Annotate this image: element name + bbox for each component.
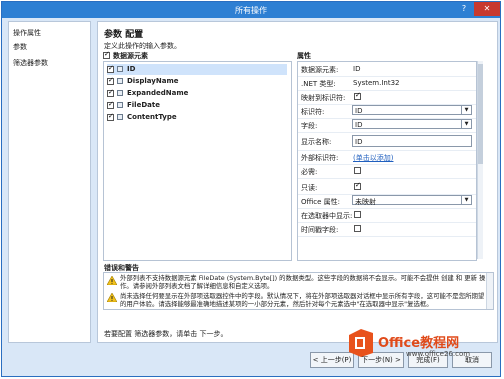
scrollbar-thumb[interactable]	[478, 64, 483, 164]
prop-value: ID	[353, 65, 361, 73]
required-checkbox[interactable]	[354, 167, 361, 174]
tree-item-checkbox[interactable]	[107, 64, 114, 73]
prop-label: 只读:	[301, 184, 318, 192]
tree-item-label: ContentType	[127, 113, 177, 121]
prop-label: 时间戳字段:	[301, 226, 339, 234]
tree-item-label: ExpandedName	[127, 89, 189, 97]
map-identifier-checkbox[interactable]	[354, 91, 361, 100]
tree-item-checkbox[interactable]	[107, 76, 114, 85]
warning-icon	[107, 293, 117, 302]
data-source-tree: ID DisplayName ExpandedName FileDate Con	[103, 61, 292, 261]
prop-label: 映射到标识符:	[301, 94, 346, 102]
combo-value: ID	[355, 121, 363, 129]
errors-panel: 外部列表不支持数据源元素 FileDate (System.Byte[]) 的数…	[103, 272, 494, 310]
close-button[interactable]: ✕	[474, 2, 500, 16]
title-bar: 所有操作 ? ✕	[2, 2, 500, 18]
field-icon	[117, 90, 123, 96]
nav-item-operation-properties[interactable]: 操作属性	[13, 28, 41, 38]
error-message: 尚未选择任何要显示在外部项选取器控件中的字段。默认情况下，将在外部项选取器对话框…	[120, 292, 485, 308]
show-in-picker-checkbox[interactable]	[354, 211, 361, 218]
field-icon	[117, 102, 123, 108]
properties-panel: 数据源元素: ID .NET 类型: System.Int32 映射到标识符: …	[297, 61, 477, 261]
identifier-combo[interactable]: ID ▼	[352, 105, 472, 115]
prop-label: 字段:	[301, 122, 318, 130]
errors-scrollbar[interactable]	[486, 273, 493, 309]
prop-label: 标识符:	[301, 108, 325, 116]
prop-row-map-identifier: 映射到标识符:	[298, 90, 476, 105]
prop-row-timestamp: 时间戳字段:	[298, 222, 476, 237]
office-property-combo[interactable]: 未映射 ▼	[352, 195, 472, 206]
prop-label: 数据源元素:	[301, 66, 339, 74]
tree-item-label: ID	[127, 65, 136, 73]
tree-item-contenttype[interactable]: ContentType	[107, 112, 287, 123]
combo-value: 未映射	[355, 198, 376, 206]
input-value: ID	[355, 138, 363, 146]
nav-item-filter-parameters[interactable]: 筛选器参数	[13, 58, 48, 68]
tree-item-label: DisplayName	[127, 77, 179, 85]
tree-item-checkbox[interactable]	[107, 100, 114, 109]
tree-item-expandedname[interactable]: ExpandedName	[107, 88, 287, 99]
prop-label: Office 属性:	[301, 198, 341, 206]
page-subtitle: 定义此操作的输入参数。	[104, 42, 181, 50]
tree-item-id[interactable]: ID	[107, 64, 287, 75]
prop-label: 显示名称:	[301, 138, 332, 146]
nav-item-parameters[interactable]: 参数	[13, 42, 27, 52]
prop-row-source-element: 数据源元素: ID	[298, 62, 476, 77]
field-combo[interactable]: ID ▼	[352, 119, 472, 129]
prop-row-display-name: 显示名称: ID	[298, 132, 476, 151]
watermark: Office教程网 www.office26.com	[346, 324, 496, 364]
select-all-checkbox[interactable]	[103, 50, 110, 59]
field-icon	[117, 78, 123, 84]
prop-row-net-type: .NET 类型: System.Int32	[298, 76, 476, 91]
combo-value: ID	[355, 107, 363, 115]
timestamp-checkbox[interactable]	[354, 225, 361, 232]
chevron-down-icon[interactable]: ▼	[461, 106, 471, 114]
prop-label: 在选取器中显示:	[301, 212, 353, 220]
tree-item-checkbox[interactable]	[107, 88, 114, 97]
tree-item-label: FileDate	[127, 101, 160, 109]
prop-row-identifier: 标识符: ID ▼	[298, 104, 476, 119]
watermark-url: www.office26.com	[406, 350, 471, 358]
tree-header-label: 数据源元素	[113, 52, 148, 60]
dialog-window: 所有操作 ? ✕ 操作属性 参数 筛选器参数 参数 配置 定义此操作的输入参数。…	[1, 1, 501, 377]
field-icon	[117, 66, 123, 72]
prop-label: .NET 类型:	[301, 80, 336, 88]
main-panel: 参数 配置 定义此操作的输入参数。 数据源元素 ID DisplayName E…	[97, 21, 498, 343]
properties-scrollbar[interactable]	[477, 61, 483, 259]
properties-header: 属性	[297, 52, 311, 60]
error-message: 外部列表不支持数据源元素 FileDate (System.Byte[]) 的数…	[120, 274, 486, 290]
add-external-id-link[interactable]: (单击以添加)	[353, 153, 393, 163]
prop-value: System.Int32	[353, 79, 400, 87]
prop-row-readonly: 只读:	[298, 178, 476, 195]
help-button[interactable]: ?	[454, 2, 474, 16]
office-logo-icon	[346, 328, 376, 358]
prop-row-external-id: 外部标识符: (单击以添加)	[298, 150, 476, 165]
left-navigation: 操作属性 参数 筛选器参数	[8, 21, 91, 343]
readonly-checkbox[interactable]	[354, 181, 361, 190]
prop-row-show-in-picker: 在选取器中显示:	[298, 208, 476, 223]
prop-label: 外部标识符:	[301, 154, 339, 162]
prop-label: 必需:	[301, 168, 318, 176]
tree-header: 数据源元素	[103, 50, 148, 61]
prop-row-required: 必需:	[298, 164, 476, 179]
page-title: 参数 配置	[104, 30, 144, 40]
window-title: 所有操作	[235, 6, 267, 15]
watermark-brand: Office教程网	[378, 336, 460, 351]
display-name-input[interactable]: ID	[352, 135, 472, 147]
chevron-down-icon[interactable]: ▼	[461, 196, 471, 204]
prop-row-office-property: Office 属性: 未映射 ▼	[298, 194, 476, 209]
chevron-down-icon[interactable]: ▼	[461, 120, 471, 128]
prop-row-field: 字段: ID ▼	[298, 118, 476, 133]
tree-item-filedate[interactable]: FileDate	[107, 100, 287, 111]
tree-item-checkbox[interactable]	[107, 112, 114, 121]
field-icon	[117, 114, 123, 120]
tree-item-displayname[interactable]: DisplayName	[107, 76, 287, 87]
warning-icon	[107, 276, 117, 285]
footer-message: 若要配置 筛选器参数，请单击 下一步。	[104, 330, 228, 338]
